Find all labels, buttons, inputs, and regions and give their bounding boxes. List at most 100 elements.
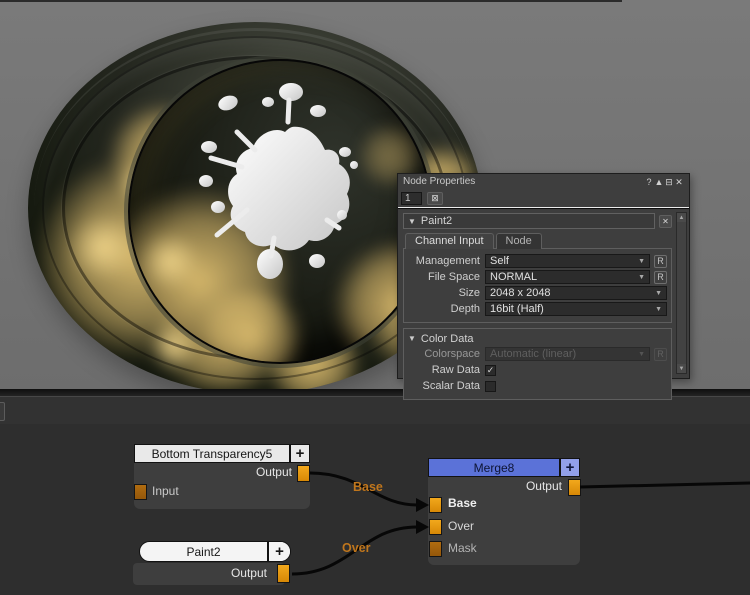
node-body[interactable]: Output [133, 563, 285, 585]
node-bottom-transparency5[interactable]: Bottom Transparency5 + Output Input [134, 444, 310, 509]
dropdown-value: NORMAL [490, 271, 638, 283]
node-section-label: Paint2 [421, 215, 452, 227]
chevron-down-icon[interactable]: ▼ [408, 217, 416, 226]
field-label: Depth [408, 303, 480, 315]
panel-content: ▲ ▼ ▼ Paint2 ✕ Channel Input Node Manage… [398, 209, 689, 377]
chevron-down-icon: ▼ [638, 274, 645, 281]
reset-button: R [654, 348, 667, 361]
color-data-section: ▼ Color Data Colorspace Automatic (linea… [403, 328, 672, 400]
node-title: Bottom Transparency5 [135, 445, 289, 462]
field-label: Colorspace [408, 348, 480, 360]
over-input-port[interactable] [429, 519, 442, 535]
color-data-header[interactable]: ▼ Color Data [408, 332, 667, 345]
field-label: File Space [408, 271, 480, 283]
paint-splat [167, 70, 377, 290]
node-title: Paint2 [140, 542, 267, 561]
output-port[interactable] [297, 465, 310, 482]
chevron-down-icon: ▼ [655, 290, 662, 297]
field-colorspace: Colorspace Automatic (linear) ▼ R [408, 347, 667, 361]
file-space-dropdown[interactable]: NORMAL ▼ [485, 270, 650, 284]
node-body[interactable]: Output Input [134, 463, 310, 509]
output-port-label: Output [526, 479, 562, 493]
color-data-title: Color Data [421, 333, 474, 345]
raw-data-checkbox[interactable]: ✓ [485, 365, 496, 376]
add-node-button[interactable]: + [559, 459, 579, 476]
node-header-pill[interactable]: Paint2 + [139, 541, 291, 562]
base-input-port[interactable] [429, 497, 442, 513]
collapsed-side-tab[interactable] [0, 402, 5, 421]
chevron-down-icon: ▼ [655, 306, 662, 313]
panel-control-row: ⊠ [398, 189, 689, 207]
base-port-label: Base [448, 496, 477, 510]
add-node-button[interactable]: + [289, 445, 309, 462]
size-dropdown[interactable]: 2048 x 2048 ▼ [485, 286, 667, 300]
input-port-label: Input [152, 484, 179, 498]
node-merge8[interactable]: Merge8 + Output Base Over Mask [428, 458, 580, 565]
field-scalar-data: Scalar Data [408, 379, 667, 393]
dropdown-value: Automatic (linear) [490, 348, 638, 360]
wire-label-over: Over [342, 541, 371, 555]
channel-input-fields: Management Self ▼ R File Space NORMAL ▼ … [403, 248, 672, 323]
field-label: Management [408, 255, 480, 267]
panel-titlebar[interactable]: Node Properties ? ▲ ⊟ ✕ [398, 174, 689, 189]
node-header[interactable]: Bottom Transparency5 + [134, 444, 310, 463]
knob-inner-face [128, 59, 432, 364]
node-paint2[interactable]: Paint2 + Output [133, 541, 290, 587]
field-label: Scalar Data [408, 380, 480, 392]
panel-scrollbar[interactable]: ▲ ▼ [676, 212, 687, 374]
over-port-label: Over [448, 519, 474, 533]
scroll-up-arrow-icon[interactable]: ▲ [677, 213, 686, 222]
node-header[interactable]: Merge8 + [428, 458, 580, 477]
collapse-icon[interactable]: ▲ [654, 177, 664, 187]
mari-workspace: Bottom Transparency5 + Output Input Pain… [0, 0, 750, 595]
output-port-label: Output [231, 566, 267, 580]
node-section-header[interactable]: ▼ Paint2 [403, 213, 655, 229]
help-icon[interactable]: ? [644, 177, 654, 187]
mask-port-label: Mask [448, 541, 477, 555]
node-connection-wires [0, 424, 750, 595]
mask-input-port[interactable] [429, 541, 442, 557]
clear-selection-button[interactable]: ⊠ [427, 192, 443, 205]
field-management: Management Self ▼ R [408, 254, 667, 268]
chevron-down-icon: ▼ [638, 351, 645, 358]
reset-button[interactable]: R [654, 271, 667, 284]
node-graph-canvas[interactable]: Bottom Transparency5 + Output Input Pain… [0, 424, 750, 595]
colorspace-dropdown: Automatic (linear) ▼ [485, 347, 650, 361]
dropdown-value: 2048 x 2048 [490, 287, 655, 299]
close-icon[interactable]: ✕ [674, 177, 684, 187]
chevron-down-icon: ▼ [638, 258, 645, 265]
node-title: Merge8 [429, 459, 559, 476]
chevron-down-icon: ▼ [408, 334, 416, 343]
field-size: Size 2048 x 2048 ▼ [408, 286, 667, 300]
dropdown-value: Self [490, 255, 638, 267]
field-raw-data: Raw Data ✓ [408, 363, 667, 377]
field-file-space: File Space NORMAL ▼ R [408, 270, 667, 284]
output-port[interactable] [568, 479, 581, 496]
selection-count-input[interactable] [401, 192, 422, 205]
panel-title: Node Properties [403, 176, 644, 187]
scalar-data-checkbox[interactable] [485, 381, 496, 392]
node-section-close-button[interactable]: ✕ [659, 215, 672, 228]
node-properties-panel: Node Properties ? ▲ ⊟ ✕ ⊠ ▲ ▼ ▼ Paint2 ✕ [397, 173, 690, 379]
node-graph-toolbar [0, 396, 750, 424]
depth-dropdown[interactable]: 16bit (Half) ▼ [485, 302, 667, 316]
output-port-label: Output [256, 465, 292, 479]
add-node-button[interactable]: + [267, 542, 290, 561]
scroll-down-arrow-icon[interactable]: ▼ [677, 364, 686, 373]
field-label: Size [408, 287, 480, 299]
tab-bar: Channel Input Node [403, 233, 672, 249]
input-port[interactable] [134, 484, 147, 500]
pane-border-line [0, 0, 622, 2]
output-port[interactable] [277, 564, 290, 583]
field-label: Raw Data [408, 364, 480, 376]
field-depth: Depth 16bit (Half) ▼ [408, 302, 667, 316]
wire-label-base: Base [353, 480, 383, 494]
management-dropdown[interactable]: Self ▼ [485, 254, 650, 268]
tab-node[interactable]: Node [496, 233, 542, 249]
dropdown-value: 16bit (Half) [490, 303, 655, 315]
float-window-icon[interactable]: ⊟ [664, 177, 674, 187]
node-section-row: ▼ Paint2 ✕ [403, 213, 672, 229]
reset-button[interactable]: R [654, 255, 667, 268]
node-body[interactable]: Output Base Over Mask [428, 477, 580, 565]
tab-channel-input[interactable]: Channel Input [405, 233, 494, 249]
